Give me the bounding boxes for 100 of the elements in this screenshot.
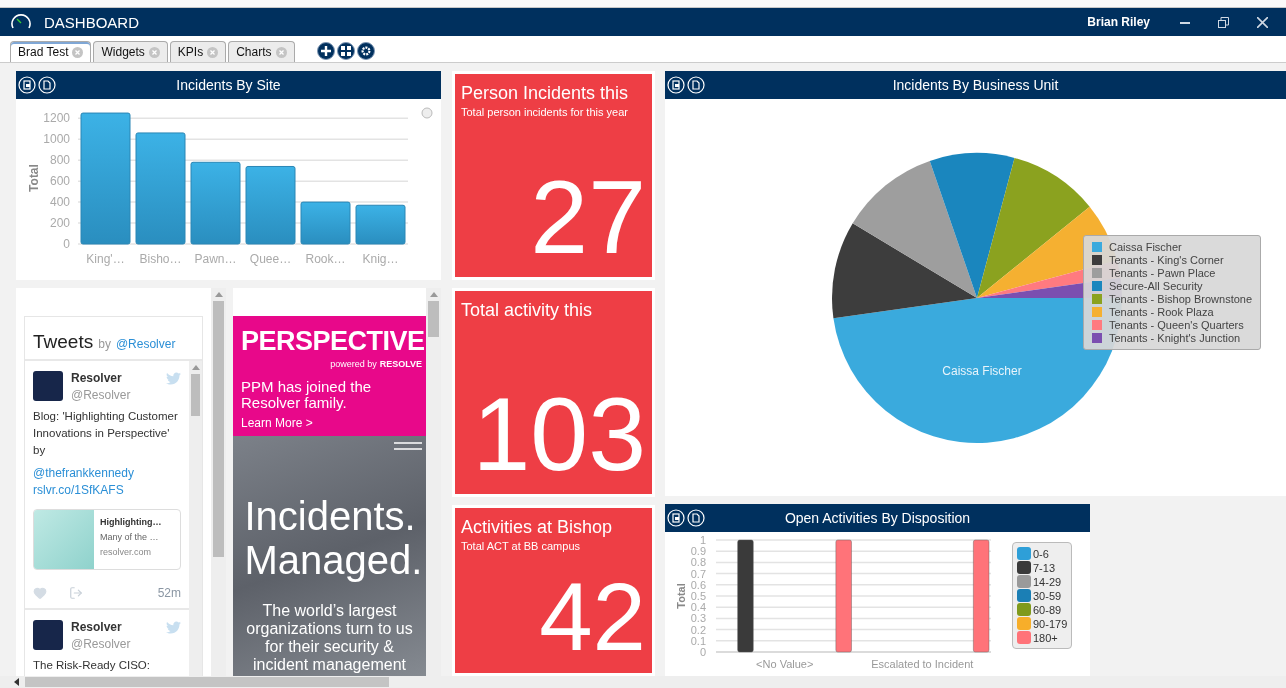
scroll-up-arrow-icon[interactable] xyxy=(191,365,200,370)
axis-tick-label: 0.6 xyxy=(690,578,706,591)
clipboard-icon[interactable] xyxy=(667,76,685,94)
axis-title: Total xyxy=(27,164,41,192)
mention-link[interactable]: @thefrankkennedy xyxy=(33,465,181,482)
axis-tick-label: 0.7 xyxy=(690,567,706,580)
menu-icon[interactable] xyxy=(394,442,422,450)
close-icon[interactable] xyxy=(1257,16,1268,28)
axis-title: Total xyxy=(675,583,687,609)
axis-tick-label: Knig… xyxy=(362,252,399,266)
tweet-text: Blog: 'Highlighting Customer Innovations in Perspective' by xyxy=(33,409,179,458)
card-title: Incidents By Site xyxy=(175,77,282,93)
legend-label: Tenants - Rook Plaza xyxy=(1109,306,1214,318)
plus-icon[interactable] xyxy=(320,46,331,56)
axis-tick-label: King'… xyxy=(86,252,125,266)
axis-tick-label: Quee… xyxy=(249,252,292,266)
horizontal-scrollbar[interactable] xyxy=(0,676,1286,688)
axis-tick-label: 0 xyxy=(699,646,706,658)
chart-bar xyxy=(300,201,351,245)
tab[interactable]: Charts xyxy=(228,41,295,62)
scrollbar-thumb[interactable] xyxy=(25,677,389,687)
chart-bar xyxy=(355,204,406,245)
axis-tick-label: 0.3 xyxy=(690,612,706,625)
document-icon[interactable] xyxy=(687,76,705,94)
legend-label: 7-13 xyxy=(1033,561,1056,574)
tab[interactable]: KPIs xyxy=(169,41,227,62)
card-title: Incidents By Business Unit xyxy=(891,77,1060,93)
kpi-value: 42 xyxy=(538,569,646,665)
settings-button[interactable] xyxy=(356,42,375,60)
kpi-title: Total activity this xyxy=(461,299,594,321)
tab[interactable]: Widgets xyxy=(93,41,168,62)
preview-domain: resolver.com xyxy=(100,547,153,557)
scrollbar-thumb[interactable] xyxy=(190,374,201,416)
axis-tick-label: Escalated to Incident xyxy=(871,658,974,670)
axis-tick-label: 0.5 xyxy=(690,590,706,602)
slice-label: Caissa Fischer xyxy=(942,364,1022,378)
tagline: powered by xyxy=(330,359,377,369)
legend-label: 60-89 xyxy=(1033,603,1062,616)
window-title: DASHBOARD xyxy=(44,13,141,31)
kpi-title: Person Incidents this xyxy=(461,82,630,104)
scrollbar-thumb[interactable] xyxy=(213,301,224,557)
scroll-left-arrow-icon[interactable] xyxy=(14,678,19,686)
tweet-link[interactable]: rslvr.co/1SfKAFS xyxy=(33,482,181,499)
legend-label: 0-6 xyxy=(1033,547,1049,560)
kpi-subtitle: Total ACT at BB campus xyxy=(461,540,582,552)
axis-tick-label: 800 xyxy=(49,153,70,168)
legend-label: 180+ xyxy=(1033,631,1058,644)
legend-label: 14-29 xyxy=(1033,575,1062,588)
banner-headline: PPM has joined the Resolver family. xyxy=(241,379,373,411)
kpi-subtitle: Total person incidents for this year xyxy=(461,106,629,118)
layout-button[interactable] xyxy=(336,42,355,60)
preview-title: Highlighting… xyxy=(100,517,162,527)
axis-tick-label: 1 xyxy=(699,534,706,546)
preview-description: Many of the … xyxy=(100,532,160,542)
avatar-logo xyxy=(33,371,63,401)
author-name[interactable]: Resolver xyxy=(71,371,158,385)
settings-icon[interactable] xyxy=(360,46,371,56)
add-button[interactable] xyxy=(316,42,335,60)
legend-label: Tenants - Pawn Place xyxy=(1109,267,1216,279)
document-icon[interactable] xyxy=(38,76,56,94)
link-preview-card[interactable]: Highlighting… Many of the … resolver.com xyxy=(33,509,181,570)
clipboard-icon[interactable] xyxy=(667,509,685,527)
author-name[interactable]: Resolver xyxy=(71,620,158,634)
clipboard-icon[interactable] xyxy=(18,76,36,94)
axis-tick-label: Bisho… xyxy=(139,252,182,266)
legend-label: Secure-All Security xyxy=(1109,280,1203,292)
axis-tick-label: 0.8 xyxy=(690,556,706,569)
scrollbar-thumb[interactable] xyxy=(428,301,439,337)
learn-more-link[interactable]: Learn More > xyxy=(241,416,422,430)
legend-label: Tenants - King's Corner xyxy=(1109,254,1224,266)
scroll-up-arrow-icon[interactable] xyxy=(429,292,438,297)
axis-tick-label: 600 xyxy=(49,174,70,189)
legend-label: Tenants - Bishop Brownstone xyxy=(1109,293,1253,305)
kpi-title: Activities at Bishop xyxy=(461,516,614,538)
document-icon[interactable] xyxy=(687,509,705,527)
axis-tick-label: Pawn… xyxy=(194,252,237,266)
avatar-logo xyxy=(33,620,63,650)
restore-icon[interactable] xyxy=(1218,16,1229,28)
user-name[interactable]: Brian Riley xyxy=(1087,15,1150,29)
scroll-up-arrow-icon[interactable] xyxy=(214,292,223,297)
by-label: by xyxy=(98,337,111,351)
axis-tick-label: 0.1 xyxy=(690,634,706,647)
legend-label: Caissa Fischer xyxy=(1109,241,1182,253)
hero-text: The world’s largest organizations turn to us for their security & incident management xyxy=(245,602,414,674)
axis-tick-label: 1200 xyxy=(43,111,70,126)
grid-icon[interactable] xyxy=(340,46,351,56)
axis-tick-label: 0.9 xyxy=(690,545,706,558)
legend-label: 30-59 xyxy=(1033,589,1062,602)
handle-link[interactable]: @Resolver xyxy=(115,337,176,351)
axis-tick-label: 0.4 xyxy=(690,601,706,614)
axis-tick-label: Rook… xyxy=(305,252,346,266)
legend-label: 90-179 xyxy=(1033,617,1068,630)
scrollbar[interactable] xyxy=(189,361,202,676)
tweet-time: 52m xyxy=(157,586,181,600)
axis-tick-label: 0.2 xyxy=(690,623,706,636)
tweet-text: The Risk-Ready CISO: xyxy=(33,658,151,673)
tab[interactable]: Brad Test xyxy=(10,41,92,62)
scrollbar[interactable] xyxy=(211,288,226,676)
brand-name: RESOLVE xyxy=(379,359,422,369)
scrollbar[interactable] xyxy=(426,288,441,676)
